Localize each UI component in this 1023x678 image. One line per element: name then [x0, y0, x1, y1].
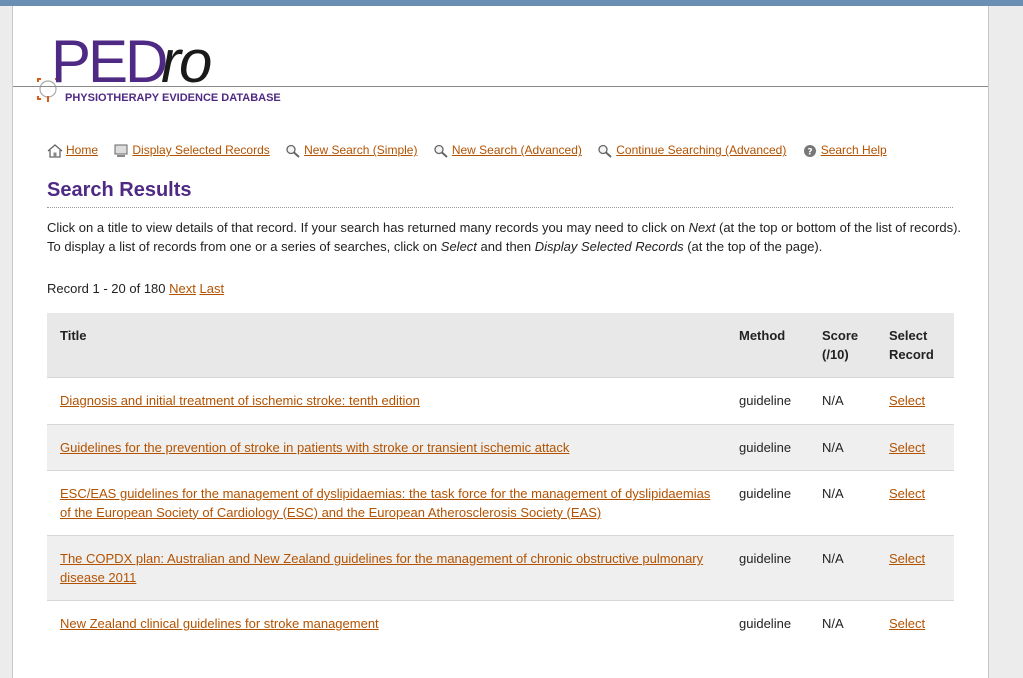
table-row: Diagnosis and initial treatment of ische… — [47, 377, 954, 424]
header-divider — [13, 86, 988, 87]
table-row: The COPDX plan: Australian and New Zeala… — [47, 535, 954, 601]
intro-next-word: Next — [688, 220, 716, 235]
row-title-cell: ESC/EAS guidelines for the management of… — [47, 470, 726, 536]
table-row: ESC/EAS guidelines for the management of… — [47, 470, 954, 536]
help-icon: ? — [803, 145, 816, 158]
nav-search-help-label: Search Help — [820, 143, 887, 158]
row-score: N/A — [809, 470, 876, 536]
row-title-cell: Guidelines for the prevention of stroke … — [47, 423, 726, 471]
results-table: Title Method Score (/10) Select Record D… — [47, 313, 954, 647]
header-method: Method — [726, 313, 809, 378]
row-score: N/A — [809, 600, 876, 647]
header-select-record: Select Record — [876, 313, 954, 378]
intro-part-1: Click on a title to view details of that… — [47, 220, 689, 235]
intro-part-4: (at the top of the page). — [683, 238, 823, 254]
magnifier-icon — [434, 145, 448, 158]
row-title-cell: The COPDX plan: Australian and New Zeala… — [47, 535, 726, 601]
row-score: N/A — [809, 423, 876, 471]
record-count: Record 1 - 20 of 180 — [47, 281, 166, 296]
record-title-link[interactable]: Diagnosis and initial treatment of ische… — [60, 393, 420, 408]
nav-continue-searching-label: Continue Searching (Advanced) — [616, 143, 787, 158]
row-score: N/A — [809, 535, 876, 601]
row-score: N/A — [809, 377, 876, 424]
magnifier-icon — [598, 145, 612, 158]
intro-part-3: and then — [476, 238, 535, 254]
row-select-cell: Select — [876, 470, 954, 536]
header-score: Score (/10) — [809, 313, 876, 378]
page-title: Search Results — [47, 179, 953, 208]
next-page-link[interactable]: Next — [169, 281, 196, 296]
nav-home-label: Home — [66, 143, 99, 158]
row-method: guideline — [726, 535, 809, 601]
logo-subtitle: PHYSIOTHERAPY EVIDENCE DATABASE — [65, 92, 281, 104]
table-header-row: Title Method Score (/10) Select Record — [47, 313, 954, 378]
select-record-link[interactable]: Select — [889, 393, 925, 408]
nav-new-search-simple-label: New Search (Simple) — [304, 143, 418, 158]
magnifier-icon — [286, 145, 300, 158]
svg-text:?: ? — [807, 148, 812, 158]
row-select-cell: Select — [876, 535, 954, 601]
row-title-cell: Diagnosis and initial treatment of ische… — [47, 377, 726, 424]
monitor-icon — [114, 144, 128, 158]
logo-text-ro: ro — [161, 28, 212, 95]
row-title-cell: New Zealand clinical guidelines for stro… — [47, 600, 726, 647]
select-record-link[interactable]: Select — [889, 616, 925, 631]
row-method: guideline — [726, 600, 809, 647]
page-container: PED ro PHYSIOTHERAPY EVIDENCE DATABASE H… — [12, 6, 989, 678]
pedro-logo[interactable]: PED ro PHYSIOTHERAPY EVIDENCE DATABASE — [35, 28, 281, 110]
row-select-cell: Select — [876, 423, 954, 471]
row-select-cell: Select — [876, 600, 954, 647]
row-select-cell: Select — [876, 377, 954, 424]
intro-select-word: Select — [440, 238, 477, 254]
intro-display-word: Display Selected Records — [534, 238, 684, 254]
nav-new-search-advanced-label: New Search (Advanced) — [451, 143, 582, 158]
select-record-link[interactable]: Select — [889, 440, 925, 455]
record-title-link[interactable]: New Zealand clinical guidelines for stro… — [60, 616, 379, 631]
select-record-link[interactable]: Select — [889, 551, 925, 566]
row-method: guideline — [726, 423, 809, 471]
nav-home-link[interactable]: Home — [47, 143, 98, 158]
nav-display-selected-link[interactable]: Display Selected Records — [113, 143, 270, 158]
record-title-link[interactable]: ESC/EAS guidelines for the management of… — [60, 486, 710, 520]
row-method: guideline — [726, 377, 809, 424]
nav-search-help-link[interactable]: ? Search Help — [802, 143, 887, 158]
record-title-link[interactable]: The COPDX plan: Australian and New Zeala… — [60, 551, 703, 585]
header-title: Title — [47, 313, 726, 378]
nav-display-selected-label: Display Selected Records — [132, 143, 270, 158]
row-method: guideline — [726, 470, 809, 536]
nav-new-search-advanced-link[interactable]: New Search (Advanced) — [433, 143, 582, 158]
record-pagination: Record 1 - 20 of 180 Next Last — [47, 281, 224, 296]
top-navigation: Home Display Selected Records New Search… — [47, 143, 899, 159]
table-row: Guidelines for the prevention of stroke … — [47, 423, 954, 471]
select-record-link[interactable]: Select — [889, 486, 925, 501]
logo-text-ped: PED — [51, 28, 168, 95]
home-icon — [47, 144, 63, 158]
intro-text: Click on a title to view details of that… — [47, 219, 962, 256]
last-page-link[interactable]: Last — [200, 281, 225, 296]
nav-continue-searching-link[interactable]: Continue Searching (Advanced) — [597, 143, 786, 158]
record-title-link[interactable]: Guidelines for the prevention of stroke … — [60, 440, 569, 455]
table-row: New Zealand clinical guidelines for stro… — [47, 600, 954, 647]
nav-new-search-simple-link[interactable]: New Search (Simple) — [285, 143, 417, 158]
